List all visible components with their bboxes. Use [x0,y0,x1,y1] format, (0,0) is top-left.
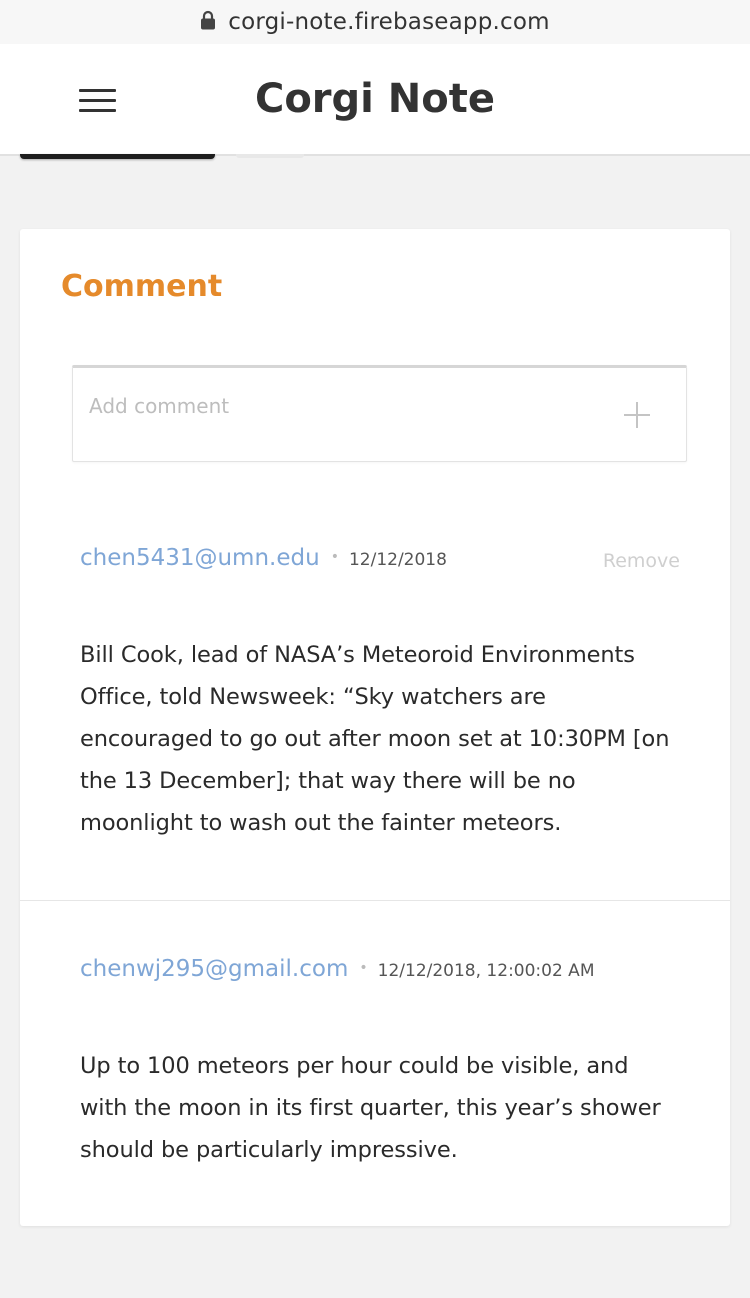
meta-separator: • [359,960,368,976]
comment-meta: chen5431@umn.edu • 12/12/2018 [80,545,447,571]
add-comment-box [72,365,687,462]
comment-card: Comment chen5431@umn.edu • 12/12/2018 Re… [20,229,730,1226]
active-tab-edge[interactable] [20,154,215,159]
comment-body: Bill Cook, lead of NASA’s Meteoroid Envi… [80,642,670,836]
comment-author[interactable]: chen5431@umn.edu [80,545,320,571]
lock-icon [200,10,216,30]
app-header: Corgi Note [0,44,750,156]
meta-separator: • [330,549,339,565]
comment-date: 12/12/2018 [348,550,447,570]
comment-author[interactable]: chenwj295@gmail.com [80,956,348,982]
hamburger-menu-icon[interactable] [79,89,116,113]
browser-url-bar[interactable]: corgi-note.firebaseapp.com [0,0,750,44]
comment-meta: chenwj295@gmail.com • 12/12/2018, 12:00:… [80,956,594,982]
plus-icon[interactable] [624,402,650,428]
comment-divider [20,900,730,901]
add-comment-input[interactable] [89,390,589,422]
browser-url-text: corgi-note.firebaseapp.com [228,9,550,35]
comment-date: 12/12/2018, 12:00:02 AM [377,961,595,981]
inactive-tab-edge[interactable] [236,154,304,158]
comment-body: Up to 100 meteors per hour could be visi… [80,1053,661,1163]
comment-section-title: Comment [61,269,223,304]
remove-comment-button[interactable]: Remove [603,550,680,572]
